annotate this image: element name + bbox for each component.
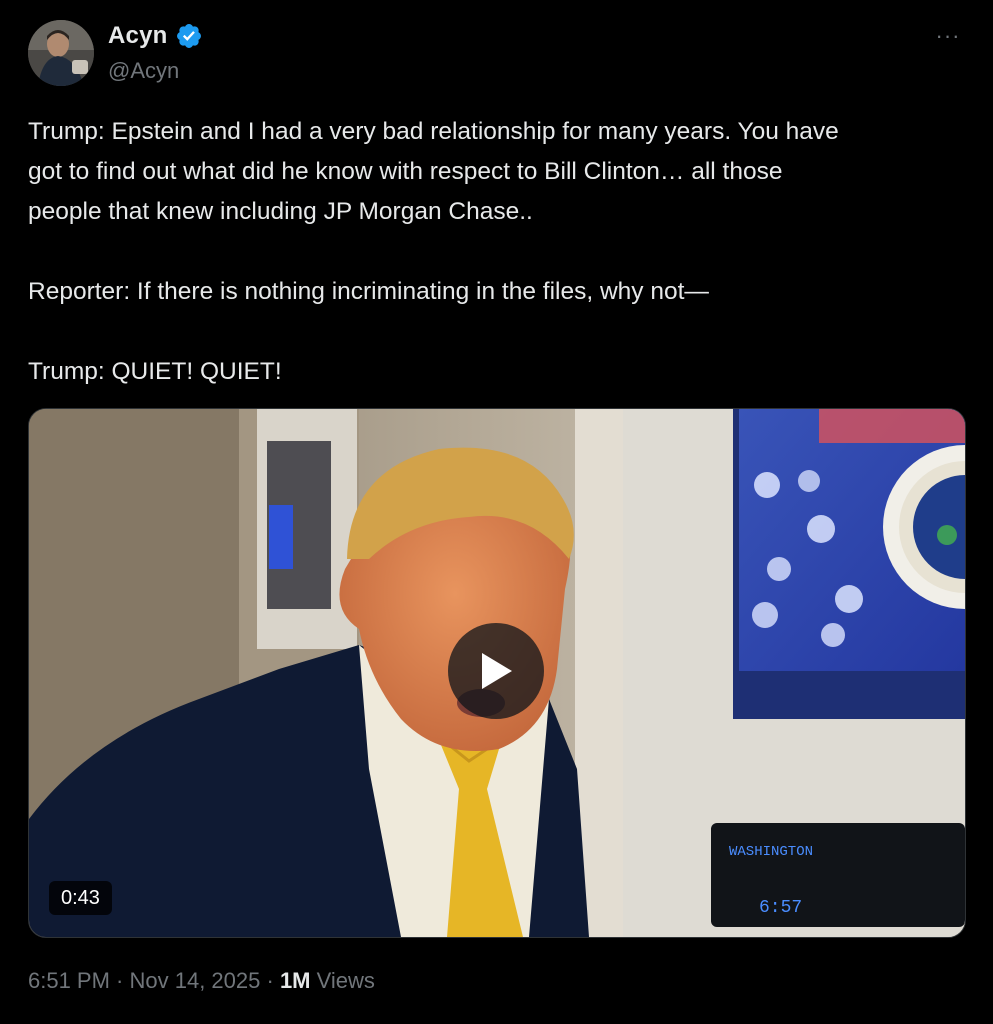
avatar[interactable] xyxy=(28,20,94,86)
tweet-paragraph: Trump: Epstein and I had a very bad rela… xyxy=(28,118,839,225)
tweet-paragraph: Reporter: If there is nothing incriminat… xyxy=(28,278,709,305)
more-button[interactable]: ··· xyxy=(926,22,970,50)
video-player[interactable]: WASHINGTON 6:57 0:43 xyxy=(28,408,966,938)
more-dots-icon: ··· xyxy=(935,23,961,48)
tweet-paragraph: Trump: QUIET! QUIET! xyxy=(28,358,282,385)
clock-text: 6:57 xyxy=(759,898,802,918)
display-name[interactable]: Acyn xyxy=(108,22,168,50)
play-icon xyxy=(482,653,512,689)
tweet-meta: 6:51 PM · Nov 14, 2025 · 1M Views xyxy=(28,968,375,994)
handle[interactable]: @Acyn xyxy=(108,58,179,84)
meta-separator: · xyxy=(109,968,130,993)
duration-badge: 0:43 xyxy=(49,881,112,915)
tweet: Acyn @Acyn ··· Trump: Epstein and I had … xyxy=(0,0,993,1024)
views-count: 1M xyxy=(279,968,311,993)
verified-badge-icon xyxy=(176,24,201,48)
tweet-text: Trump: Epstein and I had a very bad rela… xyxy=(28,112,968,392)
views-label: Views xyxy=(316,968,375,993)
tweet-time[interactable]: 6:51 PM xyxy=(28,968,110,993)
meta-separator: · xyxy=(260,968,280,993)
sign-text: WASHINGTON xyxy=(729,844,813,860)
play-button[interactable] xyxy=(448,623,544,719)
author-row: Acyn xyxy=(108,22,203,50)
tweet-date[interactable]: Nov 14, 2025 xyxy=(130,968,261,993)
